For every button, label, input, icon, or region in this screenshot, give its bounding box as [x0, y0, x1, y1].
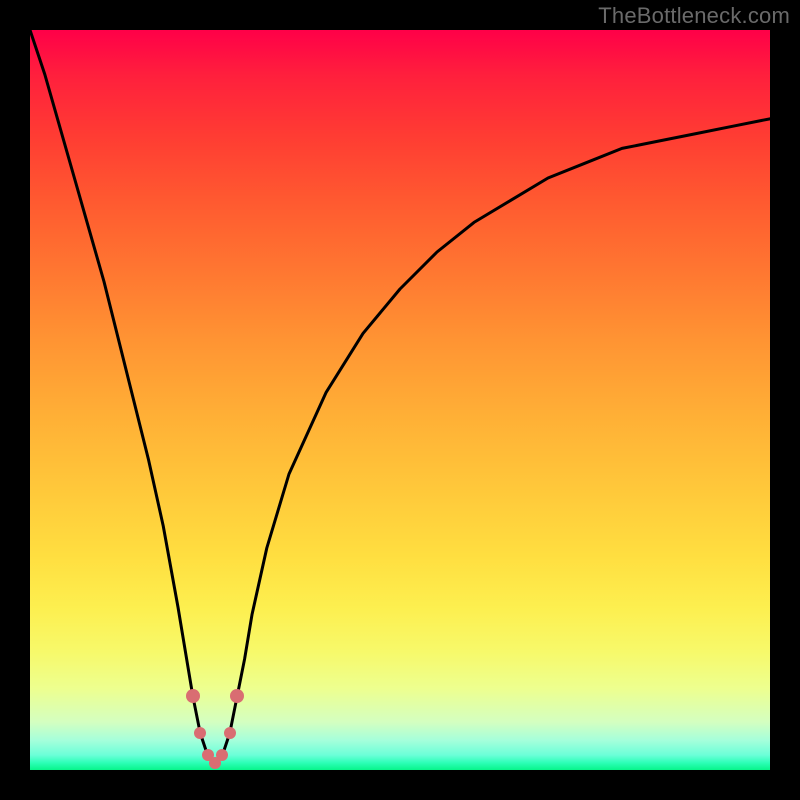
chart-frame: TheBottleneck.com [0, 0, 800, 800]
highlight-dot [186, 689, 200, 703]
plot-area [30, 30, 770, 770]
attribution-text: TheBottleneck.com [598, 3, 790, 29]
highlight-dot [224, 727, 236, 739]
bottleneck-curve [30, 30, 770, 770]
